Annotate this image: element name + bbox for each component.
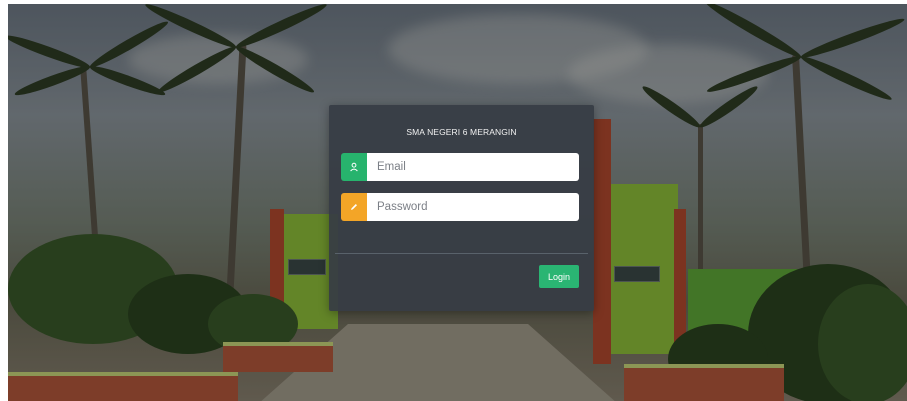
email-field-group: [341, 153, 579, 181]
user-icon-glyph: [350, 162, 358, 172]
login-panel: SMA NEGERI 6 MERANGIN Login: [329, 105, 594, 311]
pencil-icon: [341, 193, 367, 221]
panel-divider: [335, 253, 588, 254]
email-input[interactable]: [367, 153, 579, 181]
login-button[interactable]: Login: [539, 265, 579, 288]
school-name-title: SMA NEGERI 6 MERANGIN: [406, 127, 517, 137]
password-field-group: [341, 193, 579, 221]
pencil-icon-glyph: [351, 204, 357, 210]
password-input[interactable]: [367, 193, 579, 221]
user-icon: [341, 153, 367, 181]
